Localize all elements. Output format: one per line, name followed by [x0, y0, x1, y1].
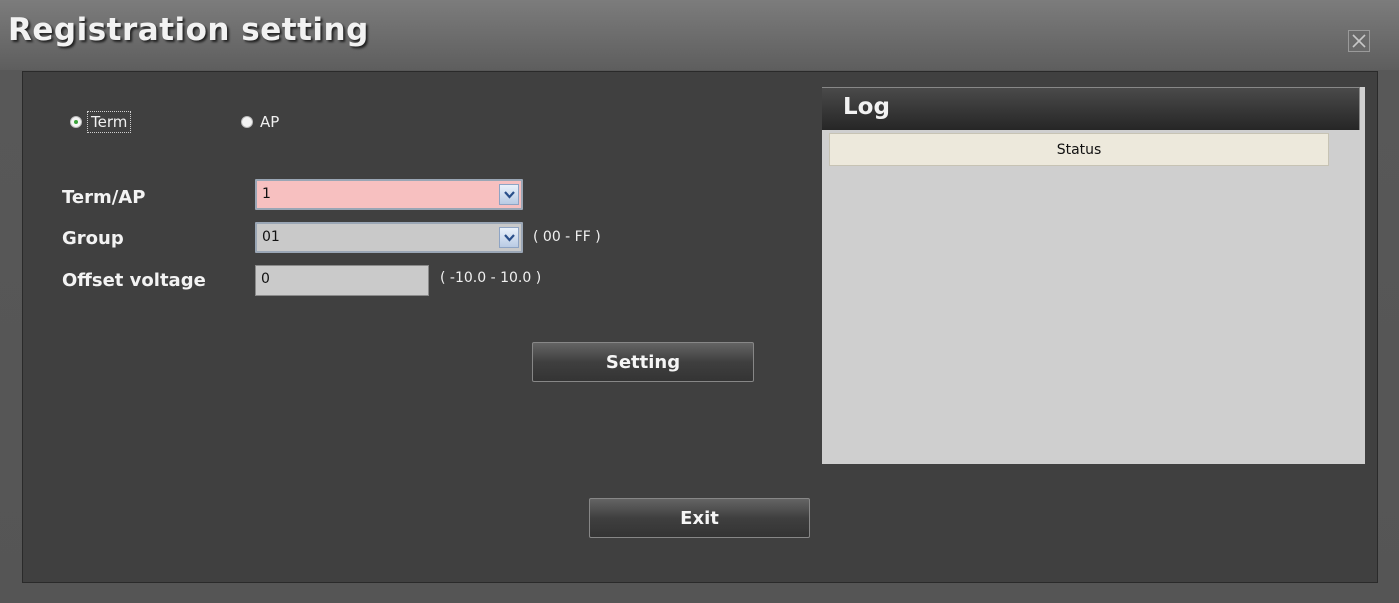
log-header: Log	[822, 87, 1360, 130]
term-ap-value: 1	[262, 186, 271, 202]
offset-voltage-field[interactable]: 0	[255, 265, 429, 296]
offset-voltage-value: 0	[261, 271, 270, 287]
content-panel: Term AP Term/AP 1 Group 01 ( 00 - FF) O…	[22, 71, 1378, 583]
term-ap-dropdown[interactable]: 1	[255, 179, 523, 210]
log-status-column-header[interactable]: Status	[829, 133, 1329, 166]
title-bar: Registration setting	[0, 0, 1399, 70]
close-icon	[1352, 34, 1366, 48]
group-value: 01	[262, 229, 280, 245]
group-dropdown[interactable]: 01	[255, 222, 523, 253]
log-title: Log	[843, 94, 890, 120]
chevron-down-icon	[504, 191, 515, 199]
log-panel: Log Status	[822, 87, 1365, 464]
offset-voltage-range-hint: ( -10.0 - 10.0 )	[440, 270, 542, 286]
radio-ap[interactable]: AP	[241, 113, 279, 131]
radio-term-label: Term	[86, 111, 132, 133]
radio-ap-label: AP	[260, 113, 280, 131]
group-range-hint: ( 00 - FF )	[533, 229, 601, 245]
radio-ap-indicator[interactable]	[241, 116, 253, 128]
radio-term-indicator[interactable]	[70, 116, 82, 128]
term-ap-dropdown-button[interactable]	[499, 184, 519, 205]
chevron-down-icon	[504, 234, 515, 242]
offset-voltage-label: Offset voltage	[62, 270, 206, 291]
close-button[interactable]	[1348, 30, 1370, 52]
group-dropdown-button[interactable]	[499, 227, 519, 248]
setting-button[interactable]: Setting	[532, 342, 754, 382]
radio-term[interactable]: Term	[70, 111, 132, 133]
exit-button[interactable]: Exit	[589, 498, 810, 538]
registration-setting-window: Registration setting Term AP Term/AP 1 G…	[0, 0, 1399, 603]
group-label: Group	[62, 228, 124, 249]
term-ap-label: Term/AP	[62, 187, 146, 208]
window-title: Registration setting	[8, 12, 369, 48]
